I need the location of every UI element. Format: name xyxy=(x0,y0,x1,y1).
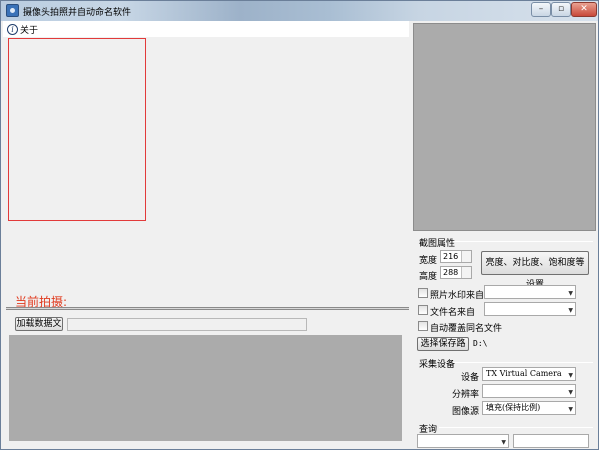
device-label: 设备 xyxy=(461,373,480,383)
width-label: 宽度 xyxy=(419,256,438,266)
camera-app-icon xyxy=(6,4,19,17)
main-window: 摄像头拍照并自动命名软件 – ▫ ✕ i 关于 当前拍摄: 加载数据文 截图属性… xyxy=(0,0,599,450)
capture-device-title: 采集设备 xyxy=(419,360,456,370)
photo-preview-frame xyxy=(8,38,146,221)
window-title: 摄像头拍照并自动命名软件 xyxy=(23,8,132,18)
watermark-source-select[interactable]: ▼ xyxy=(484,285,576,299)
filename-checkbox[interactable] xyxy=(418,305,428,315)
resolution-label: 分辨率 xyxy=(452,390,480,400)
device-group-line xyxy=(453,362,593,363)
menu-item-about[interactable]: i 关于 xyxy=(7,23,39,36)
chevron-down-icon: ▼ xyxy=(501,439,506,446)
help-circle-icon: i xyxy=(7,23,18,35)
query-input[interactable] xyxy=(513,434,589,448)
device-select-value: TX Virtual Camera xyxy=(486,369,562,378)
watermark-label: 照片水印来自 xyxy=(430,291,485,301)
overwrite-checkbox[interactable] xyxy=(418,321,428,331)
crop-properties-title: 截图属性 xyxy=(419,239,456,249)
chevron-down-icon: ▼ xyxy=(568,307,573,314)
save-path-text: D:\ xyxy=(473,339,488,348)
overwrite-label: 自动覆盖同名文件 xyxy=(430,324,503,334)
horizontal-splitter[interactable] xyxy=(6,307,409,310)
image-settings-button[interactable]: 亮度、对比度、饱和度等设置 xyxy=(481,251,589,290)
maximize-button[interactable]: ▫ xyxy=(551,2,571,17)
close-button[interactable]: ✕ xyxy=(571,2,597,17)
camera-video-preview xyxy=(413,23,596,231)
image-source-select[interactable]: 填充(保持比例) ▼ xyxy=(482,401,576,415)
query-field-select[interactable]: ▼ xyxy=(417,434,509,448)
filename-label: 文件名来自 xyxy=(430,308,476,318)
choose-save-path-button[interactable]: 选择保存路 xyxy=(417,337,469,351)
title-bar[interactable]: 摄像头拍照并自动命名软件 – ▫ ✕ xyxy=(1,1,598,21)
chevron-down-icon: ▼ xyxy=(568,406,573,413)
watermark-checkbox[interactable] xyxy=(418,288,428,298)
chevron-down-icon: ▼ xyxy=(568,372,573,379)
height-label: 高度 xyxy=(419,272,438,282)
minimize-button[interactable]: – xyxy=(531,2,551,17)
resolution-select[interactable]: ▼ xyxy=(482,384,576,398)
image-source-select-value: 填充(保持比例) xyxy=(486,403,541,412)
data-file-field[interactable] xyxy=(67,318,307,331)
width-spinner[interactable]: 216 xyxy=(440,250,472,263)
query-group-line xyxy=(439,427,593,428)
filename-source-select[interactable]: ▼ xyxy=(484,302,576,316)
chevron-down-icon: ▼ xyxy=(568,290,573,297)
height-spinner[interactable]: 288 xyxy=(440,266,472,279)
data-grid-area[interactable] xyxy=(9,335,402,441)
menu-bar: i 关于 xyxy=(3,21,409,37)
crop-group-line xyxy=(453,241,593,242)
menu-item-about-label: 关于 xyxy=(20,25,39,36)
load-data-file-button[interactable]: 加载数据文 xyxy=(15,317,63,331)
image-source-label: 图像源 xyxy=(452,407,480,417)
chevron-down-icon: ▼ xyxy=(568,389,573,396)
device-select[interactable]: TX Virtual Camera ▼ xyxy=(482,367,576,381)
